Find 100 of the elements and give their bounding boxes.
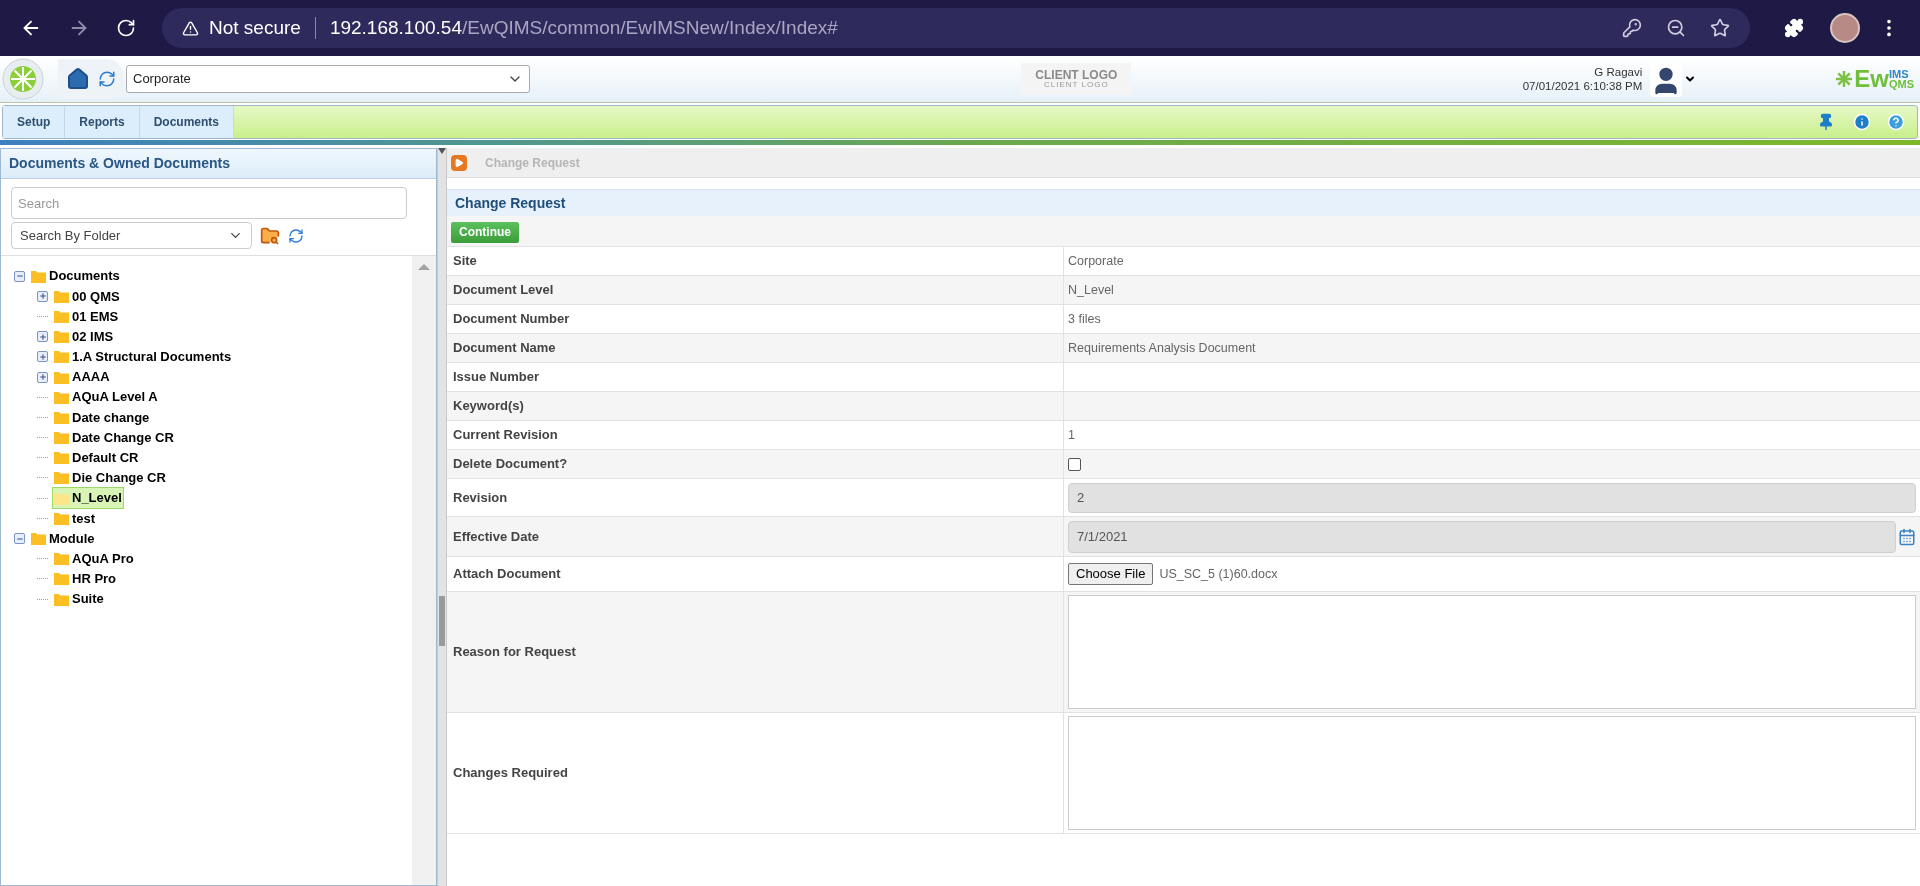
field-label: Changes Required: [453, 764, 568, 783]
help-icon[interactable]: [1887, 113, 1905, 131]
folder-icon: [54, 491, 69, 505]
input-field[interactable]: 2: [1068, 482, 1916, 513]
expand-icon[interactable]: [37, 290, 48, 302]
expand-icon[interactable]: [37, 331, 48, 343]
tree-item[interactable]: AAAA: [52, 366, 112, 388]
tree-item[interactable]: Module: [29, 527, 97, 550]
field-label: Document Number: [453, 310, 570, 329]
home-icon[interactable]: [66, 67, 90, 91]
calendar-icon[interactable]: [1898, 527, 1916, 546]
checkbox[interactable]: [1068, 457, 1081, 471]
field-label: Issue Number: [453, 368, 539, 387]
field-label: Document Level: [453, 281, 554, 300]
folder-icon: [54, 410, 69, 424]
warning-icon: [182, 19, 199, 37]
refresh-icon[interactable]: [98, 70, 116, 88]
folder-icon: [54, 592, 69, 606]
scroll-up-icon[interactable]: [418, 264, 430, 270]
field-label: Keyword(s): [453, 397, 524, 416]
field-label: Delete Document?: [453, 455, 568, 474]
pin-icon[interactable]: [1817, 113, 1835, 131]
reload-icon[interactable]: [116, 18, 136, 38]
splitter-handle[interactable]: [439, 596, 445, 646]
tree-item[interactable]: Suite: [52, 588, 106, 610]
menu-tab[interactable]: Documents: [139, 106, 235, 138]
folder-dropdown[interactable]: Search By Folder: [11, 222, 252, 249]
tree-item[interactable]: 02 IMS: [52, 325, 116, 348]
folder-icon: [54, 330, 69, 344]
user-avatar[interactable]: [1650, 61, 1683, 97]
field-label: Reason for Request: [453, 643, 576, 662]
logo-icon: [2, 58, 44, 100]
key-icon[interactable]: [1622, 18, 1642, 38]
collapse-icon[interactable]: [14, 533, 25, 545]
folder-icon: [54, 289, 69, 303]
folder-icon: [54, 572, 69, 586]
panel-header: Documents & Owned Documents: [1, 149, 436, 179]
date-time: 07/01/2021 6:10:38 PM: [1522, 79, 1643, 93]
folder-search-icon[interactable]: [260, 225, 280, 246]
expand-icon[interactable]: [37, 371, 48, 383]
folder-icon: [31, 269, 46, 283]
date-field[interactable]: 7/1/2021: [1068, 520, 1896, 553]
tree-item[interactable]: 1.A Structural Documents: [52, 346, 234, 368]
tree-item[interactable]: AQuA Level A: [52, 386, 160, 408]
field-value: 1: [1068, 426, 1075, 444]
menu-tab[interactable]: Reports: [65, 106, 140, 138]
folder-icon: [54, 309, 69, 323]
profile-avatar[interactable]: [1830, 13, 1860, 43]
tree-item[interactable]: Die Change CR: [52, 467, 168, 489]
folder-icon: [54, 552, 69, 566]
collapse-icon[interactable]: [14, 270, 25, 282]
folder-icon: [54, 350, 69, 364]
user-name: G Ragavi: [1594, 65, 1643, 79]
refresh-icon[interactable]: [288, 227, 304, 244]
brand-text: Ew: [1854, 67, 1889, 91]
file-name: US_SC_5 (1)60.docx: [1159, 565, 1278, 583]
folder-icon: [54, 471, 69, 485]
security-label: Not secure: [209, 15, 301, 40]
field-label: Revision: [453, 488, 508, 507]
brand-subtext: IMS: [1888, 69, 1910, 79]
extensions-icon[interactable]: [1784, 18, 1804, 38]
section-header: Change Request: [447, 189, 1920, 216]
field-value: Corporate: [1068, 252, 1124, 270]
breadcrumb-home-icon[interactable]: [451, 154, 467, 171]
folder-icon: [54, 431, 69, 445]
tree-item[interactable]: 01 EMS: [52, 305, 121, 328]
field-label: Site: [453, 252, 477, 271]
site-dropdown[interactable]: Corporate: [126, 65, 530, 93]
folder-icon: [31, 532, 46, 546]
folder-icon: [54, 370, 69, 384]
field-label: Document Name: [453, 339, 556, 358]
brand-subtext: QMS: [1888, 79, 1914, 89]
search-field[interactable]: Search: [11, 187, 407, 219]
zoom-out-icon[interactable]: [1666, 18, 1686, 38]
tree-item[interactable]: Documents: [29, 265, 122, 287]
tree-item[interactable]: HR Pro: [52, 568, 119, 590]
folder-icon: [54, 511, 69, 525]
tree-item[interactable]: N_Level: [52, 487, 124, 509]
field-value: 3 files: [1068, 310, 1101, 328]
star-icon[interactable]: [1710, 18, 1730, 38]
url-text: 192.168.100.54/EwQIMS/common/EwIMSNew/Index/Index#: [329, 15, 838, 40]
menu-tab[interactable]: Setup: [3, 106, 66, 138]
folder-icon: [54, 451, 69, 465]
client-logo: CLIENT LOGO CLIENT LOGO: [1021, 63, 1132, 95]
tree-item[interactable]: Date Change CR: [52, 426, 176, 449]
field-value: Requirements Analysis Document: [1068, 339, 1256, 357]
sunburst-icon: [1836, 71, 1853, 87]
expand-icon[interactable]: [37, 351, 48, 363]
field-label: Attach Document: [453, 565, 561, 584]
field-label: Effective Date: [453, 527, 539, 546]
tree-item[interactable]: test: [52, 507, 98, 530]
choose-file-button[interactable]: Choose File: [1068, 563, 1154, 585]
info-icon[interactable]: [1853, 113, 1871, 131]
field-value: N_Level: [1068, 281, 1114, 299]
tree-item[interactable]: Default CR: [52, 447, 141, 469]
tree-item[interactable]: Date change: [52, 406, 152, 429]
tree-item[interactable]: AQuA Pro: [52, 547, 136, 570]
tree-item[interactable]: 00 QMS: [52, 285, 122, 308]
folder-icon: [54, 390, 69, 404]
address-bar[interactable]: Not secure 192.168.100.54/EwQIMS/common/EwIMSNew/Index/Index#: [162, 8, 1750, 48]
